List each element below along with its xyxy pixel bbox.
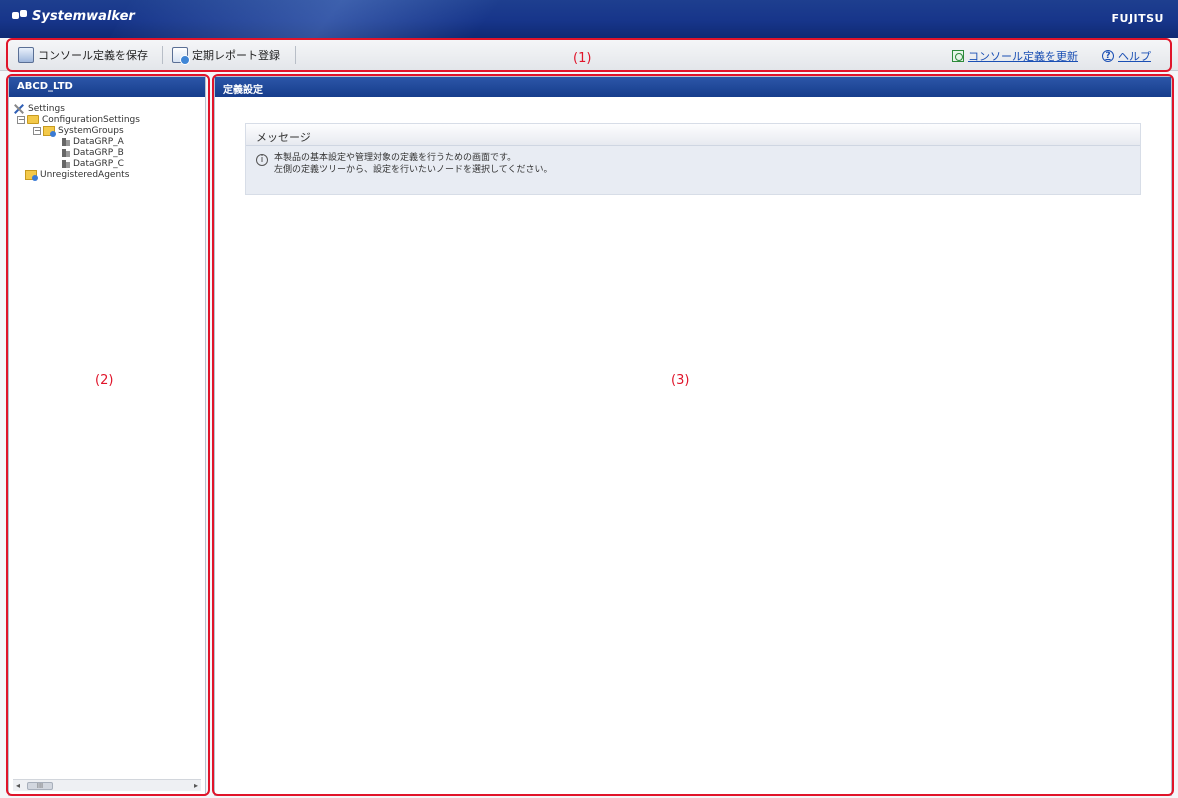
vendor-logo: FUJITSU — [1111, 12, 1164, 25]
info-icon: i — [256, 154, 268, 166]
definition-tree: Settings − ConfigurationSettings − Syste… — [9, 97, 205, 186]
report-icon — [172, 47, 190, 65]
node-icon — [61, 137, 71, 147]
scrollbar-thumb[interactable]: III — [27, 782, 53, 790]
tree-panel-title: ABCD_LTD — [9, 77, 205, 97]
tree-item-label: DataGRP_B — [73, 147, 124, 158]
folder-icon — [27, 115, 39, 124]
help-icon: ? — [1102, 50, 1114, 62]
main-panel-title: 定義設定 — [215, 77, 1171, 97]
toolbar-separator — [162, 46, 163, 64]
annotation-label-tree: (2) — [95, 373, 114, 388]
register-periodic-report-label: 定期レポート登録 — [192, 49, 280, 62]
tree-item-configuration-settings[interactable]: − ConfigurationSettings — [13, 114, 201, 125]
collapse-toggle-icon[interactable]: − — [33, 126, 41, 135]
message-text: 本製品の基本設定や管理対象の定義を行うための画面です。 左側の定義ツリーから、設… — [274, 152, 552, 176]
tree-item-label: ConfigurationSettings — [42, 114, 140, 125]
update-console-definition-link[interactable]: コンソール定義を更新 — [952, 48, 1078, 64]
annotation-label-main: (3) — [671, 373, 690, 388]
annotation-label-toolbar: (1) — [573, 51, 592, 66]
message-line: 本製品の基本設定や管理対象の定義を行うための画面です。 — [274, 153, 517, 163]
help-link[interactable]: ? ヘルプ — [1102, 48, 1151, 64]
save-console-definition-label: コンソール定義を保存 — [38, 49, 148, 62]
tree-item-label: SystemGroups — [58, 125, 124, 136]
group-folder-icon — [43, 125, 56, 137]
register-periodic-report-button[interactable]: 定期レポート登録 — [168, 44, 284, 66]
horizontal-scrollbar[interactable]: ◂ III ▸ — [13, 779, 201, 791]
tree-item-label: DataGRP_C — [73, 158, 124, 169]
message-line: 左側の定義ツリーから、設定を行いたいノードを選択してください。 — [274, 165, 553, 175]
tree-item-label: Settings — [28, 103, 65, 114]
title-bar: Systemwalker FUJITSU — [0, 0, 1178, 38]
settings-icon — [13, 104, 25, 114]
refresh-icon — [952, 50, 964, 62]
definition-tree-panel: ABCD_LTD Settings − ConfigurationSetting… — [8, 76, 206, 796]
toolbar-separator — [295, 46, 296, 64]
tree-item-label: UnregisteredAgents — [40, 169, 130, 180]
scroll-right-icon[interactable]: ▸ — [191, 781, 201, 791]
scroll-left-icon[interactable]: ◂ — [13, 781, 23, 791]
title-decoration — [102, 0, 658, 38]
collapse-toggle-icon[interactable]: − — [17, 115, 25, 124]
brand-logo: Systemwalker — [12, 9, 135, 24]
save-console-definition-button[interactable]: コンソール定義を保存 — [14, 44, 152, 66]
message-body: i 本製品の基本設定や管理対象の定義を行うための画面です。 左側の定義ツリーから… — [246, 146, 1140, 182]
tree-item-node[interactable]: DataGRP_A — [13, 136, 201, 147]
save-icon — [18, 47, 34, 63]
message-heading: メッセージ — [246, 124, 1140, 146]
node-icon — [61, 148, 71, 158]
group-folder-icon — [25, 169, 38, 181]
update-console-definition-label: コンソール定義を更新 — [968, 50, 1078, 63]
brand-name: Systemwalker — [32, 9, 135, 24]
tree-item-system-groups[interactable]: − SystemGroups — [13, 125, 201, 137]
app-window: Systemwalker FUJITSU コンソール定義を保存 定期レポート登録… — [0, 0, 1178, 798]
node-icon — [61, 159, 71, 169]
tree-item-settings[interactable]: Settings — [13, 103, 201, 114]
message-box: メッセージ i 本製品の基本設定や管理対象の定義を行うための画面です。 左側の定… — [245, 123, 1141, 195]
tree-item-label: DataGRP_A — [73, 136, 124, 147]
help-label: ヘルプ — [1118, 50, 1151, 63]
tree-item-unregistered-agents[interactable]: UnregisteredAgents — [13, 169, 201, 181]
tree-item-node[interactable]: DataGRP_B — [13, 147, 201, 158]
definition-settings-panel: 定義設定 メッセージ i 本製品の基本設定や管理対象の定義を行うための画面です。… — [214, 76, 1172, 796]
brand-icon — [12, 9, 28, 24]
tree-item-node[interactable]: DataGRP_C — [13, 158, 201, 169]
